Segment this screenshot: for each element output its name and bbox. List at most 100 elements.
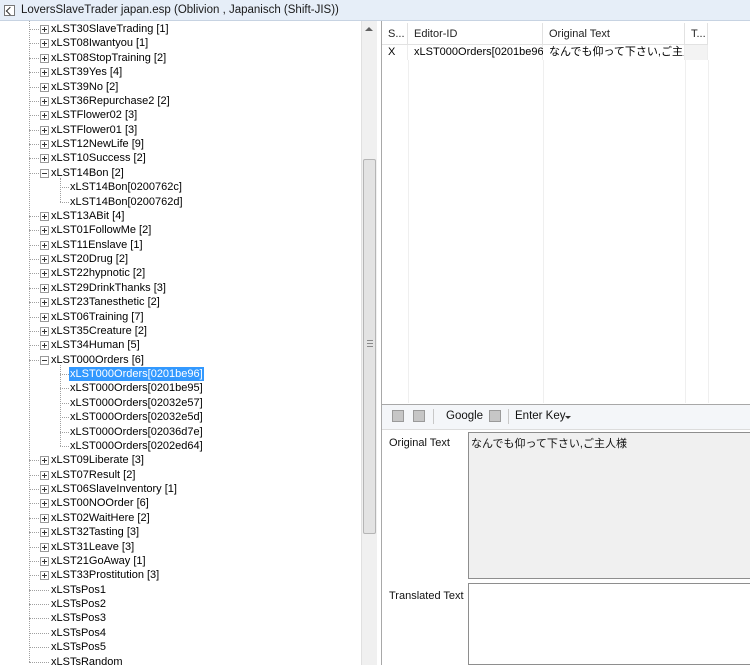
tree-node-label[interactable]: xLSTsPos5 (50, 640, 107, 654)
tree-node-label[interactable]: xLST31Leave [3] (50, 540, 135, 554)
tree-node-label[interactable]: xLSTsPos3 (50, 611, 107, 625)
tree-node[interactable]: xLSTsPos5 (0, 640, 355, 654)
tree-node-label[interactable]: xLST08StopTraining [2] (50, 51, 167, 65)
tree-node[interactable]: xLST22hypnotic [2] (0, 266, 355, 280)
tree-node[interactable]: xLST29DrinkThanks [3] (0, 281, 355, 295)
google-button[interactable]: Google (446, 410, 483, 422)
tree-node[interactable]: xLST11Enslave [1] (0, 238, 355, 252)
tree-node[interactable]: xLST01FollowMe [2] (0, 223, 355, 237)
tree-node[interactable]: xLSTsPos2 (0, 597, 355, 611)
expand-icon[interactable] (40, 499, 49, 508)
tree-node-label[interactable]: xLSTsPos4 (50, 626, 107, 640)
expand-icon[interactable] (40, 83, 49, 92)
tree-node[interactable]: xLSTFlower02 [3] (0, 108, 355, 122)
tree-node-label[interactable]: xLST36Repurchase2 [2] (50, 94, 171, 108)
tree-node[interactable]: xLSTsPos1 (0, 583, 355, 597)
tree-node-label[interactable]: xLST000Orders[0202ed64] (69, 439, 204, 453)
translated-text-field[interactable] (468, 583, 750, 665)
tree-node-label[interactable]: xLSTsRandom (50, 655, 124, 665)
expand-icon[interactable] (40, 97, 49, 106)
tree-node[interactable]: xLST07Result [2] (0, 468, 355, 482)
expand-icon[interactable] (40, 485, 49, 494)
tree-node[interactable]: xLST06Training [7] (0, 310, 355, 324)
tree-node-label[interactable]: xLST23Tanesthetic [2] (50, 295, 161, 309)
clipboard-icon[interactable] (489, 410, 501, 422)
tree-child-node[interactable]: xLST000Orders[02036d7e] (0, 425, 355, 439)
expand-icon[interactable] (40, 39, 49, 48)
expand-icon[interactable] (40, 471, 49, 480)
tree-node-label[interactable]: xLST13ABit [4] (50, 209, 125, 223)
expand-icon[interactable] (40, 25, 49, 34)
cell-editor-id[interactable]: xLST000Orders[0201be96]_1 (408, 45, 559, 60)
tree-node[interactable]: xLST30SlaveTrading [1] (0, 22, 355, 36)
tree-node[interactable]: xLST35Creature [2] (0, 324, 355, 338)
expand-icon[interactable] (40, 514, 49, 523)
strings-grid[interactable]: S... Editor-ID Original Text T... X xLST… (382, 21, 750, 405)
tree-node-label[interactable]: xLST06SlaveInventory [1] (50, 482, 178, 496)
tree-node[interactable]: xLST09Liberate [3] (0, 453, 355, 467)
tree-node-label[interactable]: xLST33Prostitution [3] (50, 568, 160, 582)
expand-icon[interactable] (40, 154, 49, 163)
tree-node-label[interactable]: xLST20Drug [2] (50, 252, 129, 266)
tree-node-label[interactable]: xLST000Orders[0201be96] (68, 366, 205, 382)
tree-node[interactable]: xLST12NewLife [9] (0, 137, 355, 151)
expand-icon[interactable] (40, 212, 49, 221)
chevron-down-icon[interactable] (565, 416, 571, 419)
tree-child-node[interactable]: xLST14Bon[0200762d] (0, 195, 355, 209)
scrollbar-thumb[interactable] (363, 159, 376, 534)
expand-icon[interactable] (40, 54, 49, 63)
tree-node-label[interactable]: xLSTsPos2 (50, 597, 107, 611)
tree-node-label[interactable]: xLST39Yes [4] (50, 65, 123, 79)
expand-icon[interactable] (40, 456, 49, 465)
tree-node-label[interactable]: xLST12NewLife [9] (50, 137, 145, 151)
expand-icon[interactable] (40, 126, 49, 135)
tree-node[interactable]: xLST39No [2] (0, 80, 355, 94)
expand-icon[interactable] (40, 284, 49, 293)
tree-node[interactable]: xLST10Success [2] (0, 151, 355, 165)
tree-node-label[interactable]: xLST30SlaveTrading [1] (50, 22, 170, 36)
tree-node-label[interactable]: xLST01FollowMe [2] (50, 223, 152, 237)
tree-node-label[interactable]: xLST000Orders [6] (50, 353, 145, 367)
tree-node-label[interactable]: xLST14Bon [2] (50, 166, 125, 180)
tree-node-label[interactable]: xLST06Training [7] (50, 310, 145, 324)
tree-view[interactable]: xLST30SlaveTrading [1] xLST08Iwantyou [1]… (0, 21, 361, 665)
tree-node[interactable]: xLST02WaitHere [2] (0, 511, 355, 525)
expand-icon[interactable] (40, 68, 49, 77)
tree-node-label[interactable]: xLST02WaitHere [2] (50, 511, 151, 525)
cell-translated-text[interactable] (685, 45, 708, 60)
tree-node-label[interactable]: xLST14Bon[0200762c] (69, 180, 183, 194)
tree-node-label[interactable]: xLST11Enslave [1] (50, 238, 144, 252)
tree-node[interactable]: xLST32Tasting [3] (0, 525, 355, 539)
expand-icon[interactable] (40, 111, 49, 120)
scroll-up-arrow-icon[interactable] (365, 27, 373, 31)
tree-node-label[interactable]: xLST00NOOrder [6] (50, 496, 150, 510)
tree-child-node[interactable]: xLST000Orders[0201be95] (0, 381, 355, 395)
tree-child-node[interactable]: xLST000Orders[0201be96] (0, 366, 355, 382)
tree-node-label[interactable]: xLST32Tasting [3] (50, 525, 140, 539)
tree-node[interactable]: xLST34Human [5] (0, 338, 355, 352)
tree-scrollbar[interactable] (361, 21, 377, 665)
expand-icon[interactable] (40, 327, 49, 336)
tree-node-label[interactable]: xLST34Human [5] (50, 338, 141, 352)
expand-icon[interactable] (40, 269, 49, 278)
tree-node[interactable]: xLST000Orders [6] (0, 353, 355, 367)
expand-icon[interactable] (40, 298, 49, 307)
original-text-field[interactable]: なんでも仰って下さい,ご主人様 (468, 432, 750, 579)
column-header-translated[interactable]: T... (685, 23, 708, 45)
tree-node[interactable]: xLSTsPos3 (0, 611, 355, 625)
tree-node[interactable]: xLST33Prostitution [3] (0, 568, 355, 582)
tree-node[interactable]: xLST00NOOrder [6] (0, 496, 355, 510)
tree-child-node[interactable]: xLST14Bon[0200762c] (0, 180, 355, 194)
tree-node[interactable]: xLST06SlaveInventory [1] (0, 482, 355, 496)
cell-original-text[interactable]: なんでも仰って下さい,ご主人様 (543, 45, 685, 60)
tree-node[interactable]: xLST36Repurchase2 [2] (0, 94, 355, 108)
tree-node[interactable]: xLST21GoAway [1] (0, 554, 355, 568)
tree-node[interactable]: xLST13ABit [4] (0, 209, 355, 223)
tree-node-label[interactable]: xLSTFlower02 [3] (50, 108, 138, 122)
column-header-original-text[interactable]: Original Text (543, 23, 685, 45)
tree-node-label[interactable]: xLST29DrinkThanks [3] (50, 281, 167, 295)
tree-node-label[interactable]: xLST000Orders[02036d7e] (69, 425, 204, 439)
column-header-editor-id[interactable]: Editor-ID (408, 23, 543, 45)
tree-node-label[interactable]: xLST000Orders[0201be95] (69, 381, 204, 395)
tree-node[interactable]: xLST14Bon [2] (0, 166, 355, 180)
